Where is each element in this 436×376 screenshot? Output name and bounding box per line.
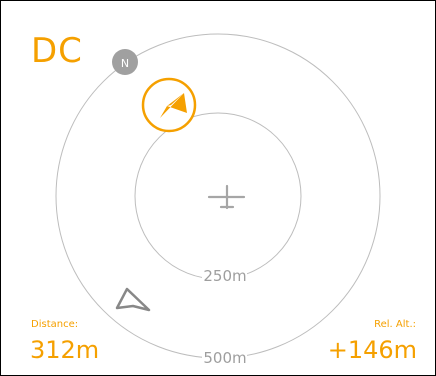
flarm-radar-display: 250m 500m N DC Distance: 312m Rel. Alt.:… <box>0 0 436 376</box>
outer-ring-label: 500m <box>203 349 246 367</box>
north-label: N <box>121 57 129 70</box>
distance-value: 312m <box>30 336 100 364</box>
selected-target[interactable] <box>141 77 197 133</box>
airplane-icon <box>207 184 246 210</box>
north-indicator-icon: N <box>112 49 138 75</box>
distance-caption: Distance: <box>31 319 79 330</box>
relative-altitude-caption: Rel. Alt.: <box>374 319 416 330</box>
target-callsign: DC <box>31 31 83 71</box>
inner-ring-label: 250m <box>203 267 246 285</box>
relative-altitude-value: +146m <box>327 336 417 364</box>
navigation-arrow-outline-icon[interactable] <box>115 287 151 312</box>
